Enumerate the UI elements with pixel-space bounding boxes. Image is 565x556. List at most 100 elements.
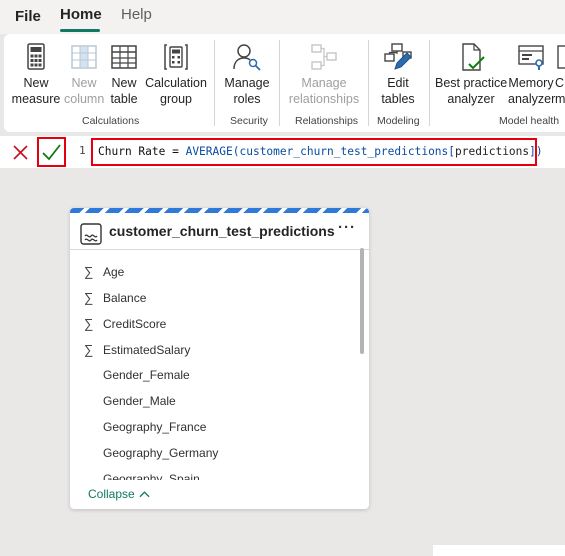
new-measure-label-1: New (23, 76, 49, 90)
menu-home[interactable]: Home (60, 6, 102, 23)
field-item[interactable]: ∑ EstimatedSalary (84, 342, 190, 362)
sigma-icon: ∑ (84, 264, 94, 279)
field-name: EstimatedSalary (103, 343, 191, 357)
collapse-label: Collapse (88, 487, 135, 501)
truncated-icon (557, 45, 565, 69)
field-item[interactable]: Geography_France (84, 420, 206, 440)
manage-roles-button[interactable]: Manage roles (222, 34, 272, 107)
close-icon (13, 145, 28, 160)
chevron-up-icon (139, 487, 150, 501)
formula-bar: 1 Churn Rate = AVERAGE(customer_churn_te… (0, 136, 565, 168)
memory-analyzer-button[interactable]: Memory analyzer (508, 34, 556, 107)
calculation-group-button[interactable]: Calculation group (144, 34, 208, 107)
ribbon-separator (429, 40, 430, 126)
ribbon-separator (279, 40, 280, 126)
sigma-icon: ∑ (84, 342, 94, 357)
calculation-group-label-2: group (160, 92, 192, 106)
truncated-label-1: C (555, 76, 565, 90)
new-table-button[interactable]: New table (105, 34, 143, 107)
table-title: customer_churn_test_predictions (109, 223, 335, 239)
best-practice-icon (462, 43, 485, 71)
field-item[interactable]: Gender_Male (84, 394, 176, 414)
manage-relationships-label-1: Manage (301, 76, 347, 90)
field-name: Geography_Germany (103, 446, 219, 460)
field-name: Geography_France (103, 420, 207, 434)
memory-analyzer-label-2: analyzer (508, 92, 556, 106)
canvas-corner (433, 545, 565, 556)
field-item[interactable]: ∑ Age (84, 264, 124, 284)
formula-text: Churn Rate = AVERAGE(customer_churn_test… (98, 145, 543, 158)
menu-help[interactable]: Help (121, 6, 152, 23)
measure-name: Churn Rate (98, 145, 166, 158)
field-name: Age (103, 265, 125, 279)
scrollbar-thumb[interactable] (360, 248, 364, 354)
edit-tables-button[interactable]: Edit tables (376, 34, 420, 107)
group-label-relationships: Relationships (295, 115, 359, 127)
best-practice-label-1: Best practice (435, 76, 508, 90)
best-practice-label-2: analyzer (447, 92, 495, 106)
lakehouse-table-icon (80, 223, 102, 245)
formula-input[interactable]: Churn Rate = AVERAGE(customer_churn_test… (91, 138, 543, 166)
close-bracket-paren: ]) (529, 145, 543, 158)
more-options-button[interactable]: ··· (338, 219, 356, 236)
manage-roles-icon (233, 44, 261, 71)
field-item[interactable]: ∑ CreditScore (84, 316, 166, 336)
ribbon-separator (214, 40, 215, 126)
field-name: Geography_Spain (103, 472, 200, 480)
new-measure-button[interactable]: New measure (10, 34, 62, 107)
group-label-security: Security (230, 115, 268, 127)
active-tab-indicator (60, 29, 100, 32)
truncated-ribbon-button[interactable]: C m (555, 34, 565, 107)
field-list: ∑ Age ∑ Balance ∑ CreditScore ∑ EstimatedSal… (70, 252, 369, 480)
new-column-label-2: column (64, 92, 105, 106)
sigma-icon: ∑ (84, 290, 94, 305)
manage-relationships-button[interactable]: Manage relationships (286, 34, 362, 107)
edit-tables-label-1: Edit (387, 76, 409, 90)
field-name: Gender_Female (103, 368, 190, 382)
cancel-formula-button[interactable] (8, 138, 34, 166)
new-measure-label-2: measure (11, 92, 61, 106)
new-table-label-2: table (110, 92, 138, 106)
memory-analyzer-icon (518, 45, 544, 70)
formula-line-number: 1 (79, 144, 86, 157)
ribbon: New measure New column New table Calcula… (4, 34, 565, 132)
checkmark-icon (42, 144, 61, 161)
formula-column: predictions (455, 145, 530, 158)
collapse-button[interactable]: Collapse (88, 487, 150, 501)
group-label-model-health: Model health (499, 115, 560, 127)
table-card[interactable]: customer_churn_test_predictions ··· ∑ Age… (70, 208, 369, 509)
sigma-icon: ∑ (84, 316, 94, 331)
table-card-header[interactable]: customer_churn_test_predictions ··· (70, 214, 369, 250)
field-item[interactable]: Geography_Spain (84, 472, 200, 480)
field-item[interactable]: Geography_Germany (84, 446, 218, 466)
selection-stripe (70, 208, 369, 213)
field-name: Balance (103, 291, 147, 305)
calculator-icon (27, 43, 45, 70)
manage-relationships-label-2: relationships (288, 92, 360, 106)
group-label-calculations: Calculations (82, 115, 140, 127)
new-column-icon (71, 45, 97, 69)
group-label-modeling: Modeling (377, 115, 420, 127)
menu-bar: File Home Help (0, 0, 565, 34)
manage-roles-label-1: Manage (224, 76, 270, 90)
menu-file[interactable]: File (15, 8, 41, 25)
truncated-label-2: m (555, 92, 565, 106)
edit-tables-icon (384, 43, 412, 70)
calculation-group-icon (164, 44, 188, 70)
calculation-group-label-1: Calculation (145, 76, 207, 90)
new-column-button[interactable]: New column (64, 34, 104, 107)
formula-table: customer_churn_test_predictions (239, 145, 449, 158)
manage-roles-label-2: roles (233, 92, 261, 106)
field-name: Gender_Male (103, 394, 176, 408)
ribbon-separator (368, 40, 369, 126)
new-column-label-1: New (71, 76, 97, 90)
memory-analyzer-label-1: Memory (508, 76, 554, 90)
field-name: CreditScore (103, 317, 167, 331)
new-table-icon (111, 45, 137, 69)
field-item[interactable]: ∑ Balance (84, 290, 146, 310)
relationships-icon (311, 44, 337, 70)
commit-formula-button[interactable] (37, 137, 66, 167)
new-table-label-1: New (111, 76, 137, 90)
best-practice-analyzer-button[interactable]: Best practice analyzer (435, 34, 507, 107)
field-item[interactable]: Gender_Female (84, 368, 190, 388)
